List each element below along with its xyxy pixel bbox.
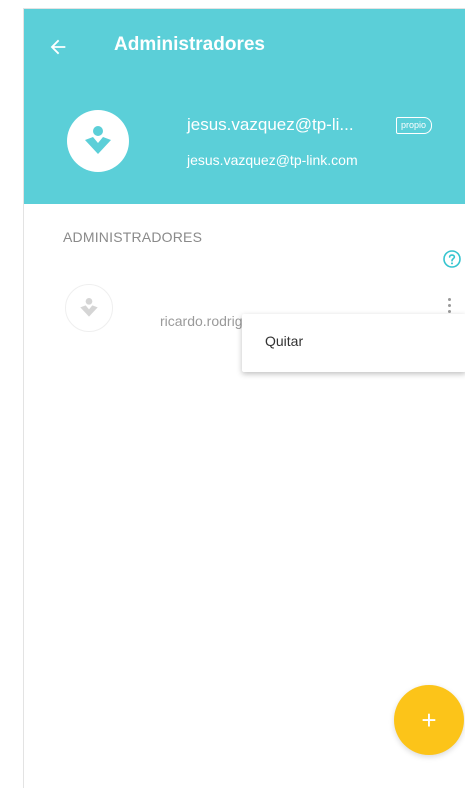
owner-avatar xyxy=(67,110,129,172)
owner-email: jesus.vazquez@tp-link.com xyxy=(187,152,358,168)
page-title: Administradores xyxy=(114,34,265,55)
plus-icon: + xyxy=(421,705,437,735)
owner-name: jesus.vazquez@tp-li... xyxy=(187,115,354,134)
arrow-left-icon xyxy=(50,39,66,55)
app-screen: Administradores jesus.vazquez@tp-li... p… xyxy=(23,8,465,788)
header: Administradores jesus.vazquez@tp-li... p… xyxy=(24,9,465,204)
admin-avatar xyxy=(65,284,113,332)
remove-menu-item[interactable]: Quitar xyxy=(242,314,465,372)
user-avatar-icon xyxy=(85,126,111,154)
popup-menu: Quitar xyxy=(242,314,465,372)
remove-menu-item-label: Quitar xyxy=(265,333,304,349)
add-admin-button[interactable]: + xyxy=(394,685,464,755)
owner-badge: propio xyxy=(396,117,433,134)
help-circle-icon[interactable] xyxy=(442,249,462,269)
section-label: ADMINISTRADORES xyxy=(63,229,203,245)
user-avatar-icon xyxy=(80,298,98,317)
back-button[interactable] xyxy=(38,27,78,67)
